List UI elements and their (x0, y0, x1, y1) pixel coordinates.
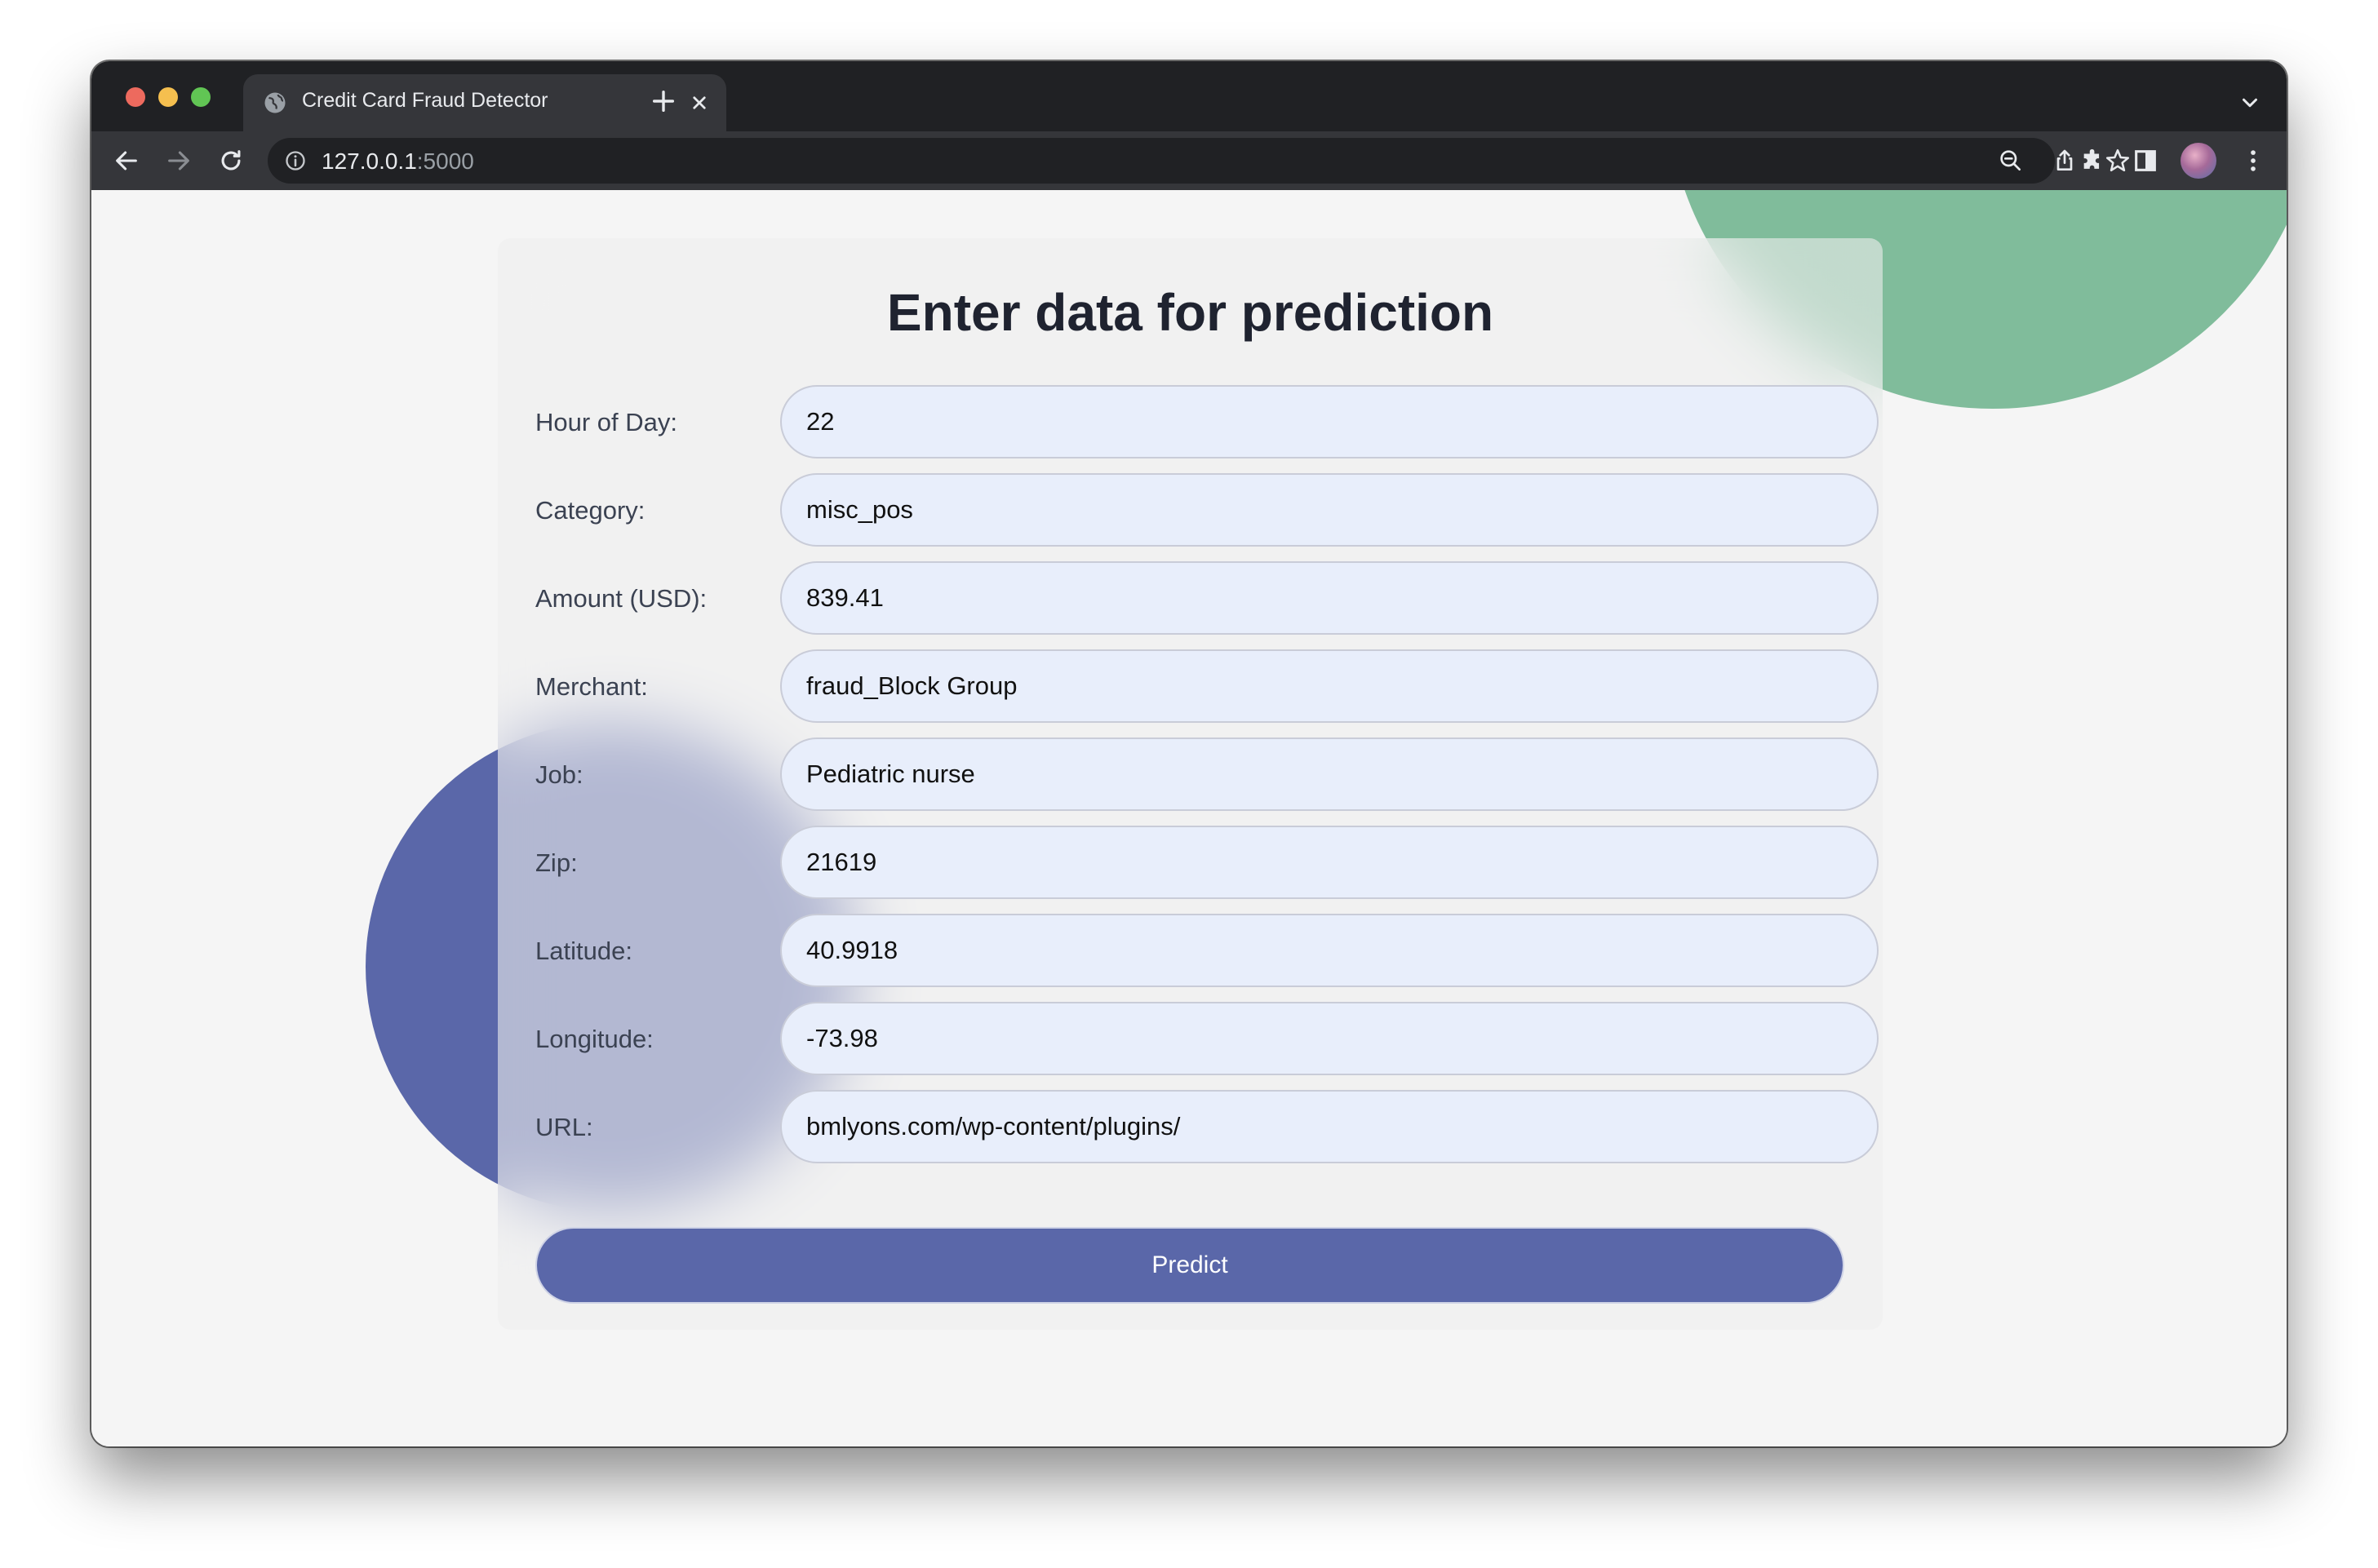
longitude-row: Longitude: (535, 1002, 1879, 1079)
info-icon[interactable] (284, 149, 307, 172)
merchant-row: Merchant: (535, 649, 1879, 726)
tab-strip: Credit Card Fraud Detector (91, 61, 2287, 131)
close-tab-icon[interactable] (687, 91, 712, 115)
url-text[interactable]: 127.0.0.1:5000 (322, 148, 474, 175)
side-panel-icon[interactable] (2132, 147, 2159, 175)
bookmark-star-icon[interactable] (2104, 147, 2132, 175)
new-tab-icon[interactable] (650, 87, 677, 115)
url-label: URL: (535, 1113, 593, 1141)
amount-input[interactable] (780, 561, 1879, 635)
category-label: Category: (535, 496, 646, 525)
hour-of-day-row: Hour of Day: (535, 385, 1879, 462)
longitude-input[interactable] (780, 1002, 1879, 1075)
category-row: Category: (535, 473, 1879, 550)
zip-input[interactable] (780, 826, 1879, 899)
browser-toolbar: 127.0.0.1:5000 (91, 131, 2287, 190)
amount-label: Amount (USD): (535, 584, 708, 613)
latitude-input[interactable] (780, 914, 1879, 987)
latitude-row: Latitude: (535, 914, 1879, 990)
job-label: Job: (535, 760, 583, 789)
address-bar[interactable]: 127.0.0.1:5000 (268, 138, 2130, 184)
share-icon[interactable] (2052, 148, 2078, 174)
longitude-label: Longitude: (535, 1025, 654, 1053)
zip-row: Zip: (535, 826, 1879, 902)
chevron-down-icon[interactable] (2238, 91, 2262, 115)
page-viewport: Enter data for prediction Hour of Day: Ca… (91, 190, 2287, 1446)
amount-row: Amount (USD): (535, 561, 1879, 638)
hour-of-day-label: Hour of Day: (535, 408, 678, 436)
predict-button[interactable]: Predict (535, 1227, 1844, 1304)
url-port: :5000 (416, 148, 474, 174)
browser-window: Credit Card Fraud Detector 127.0.0.1:500… (91, 61, 2287, 1446)
profile-avatar[interactable] (2181, 143, 2216, 179)
zoom-icon[interactable] (1998, 148, 2024, 174)
url-host: 127.0.0.1 (322, 148, 417, 174)
maximize-window-button[interactable] (191, 87, 211, 107)
latitude-label: Latitude: (535, 937, 632, 965)
prediction-form-card: Enter data for prediction Hour of Day: Ca… (498, 238, 1883, 1330)
close-window-button[interactable] (126, 87, 145, 107)
back-arrow-icon[interactable] (113, 147, 140, 175)
merchant-label: Merchant: (535, 672, 648, 701)
globe-icon (264, 92, 286, 113)
merchant-input[interactable] (780, 649, 1879, 723)
tab-title: Credit Card Fraud Detector (302, 89, 548, 112)
hour-of-day-input[interactable] (780, 385, 1879, 458)
job-row: Job: (535, 737, 1879, 814)
zip-label: Zip: (535, 848, 578, 877)
url-row: URL: (535, 1090, 1879, 1167)
extensions-puzzle-icon[interactable] (2079, 147, 2107, 175)
job-input[interactable] (780, 737, 1879, 811)
more-menu-icon[interactable] (2239, 147, 2267, 175)
page-title: Enter data for prediction (886, 283, 1494, 342)
url-input[interactable] (780, 1090, 1879, 1163)
reload-icon[interactable] (217, 147, 245, 175)
category-input[interactable] (780, 473, 1879, 547)
minimize-window-button[interactable] (158, 87, 178, 107)
forward-arrow-icon[interactable] (165, 147, 193, 175)
